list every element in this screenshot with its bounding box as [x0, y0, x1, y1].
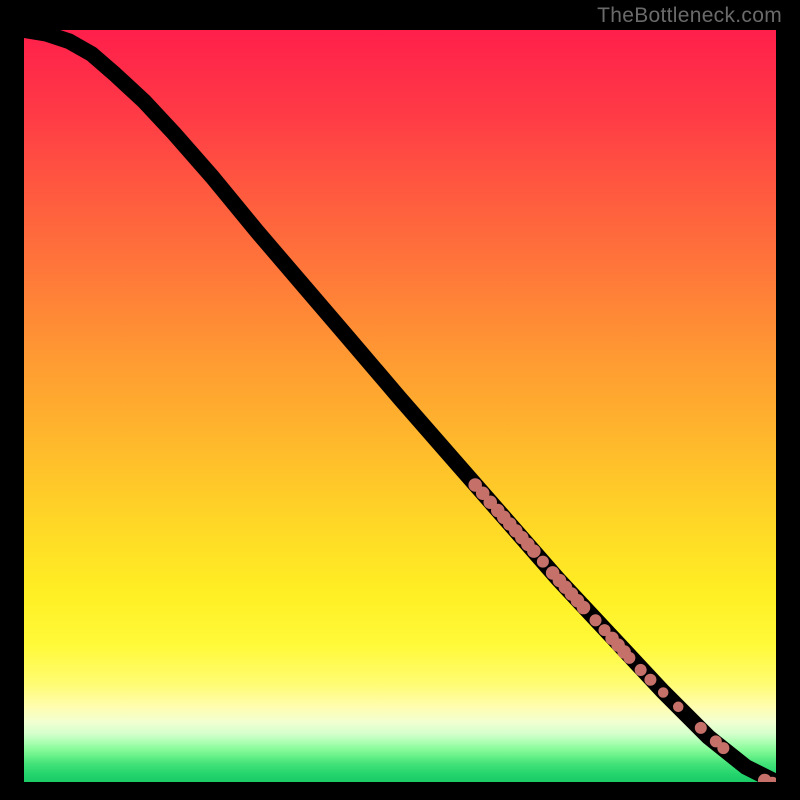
data-marker	[658, 687, 669, 698]
data-marker	[577, 601, 591, 615]
watermark-label: TheBottleneck.com	[597, 4, 782, 28]
data-marker	[717, 742, 729, 754]
data-marker	[537, 556, 549, 568]
marker-group	[468, 478, 776, 782]
data-marker	[590, 614, 602, 626]
data-marker	[623, 652, 635, 664]
main-curve	[24, 30, 776, 782]
plot-area	[24, 30, 776, 782]
data-marker	[644, 674, 656, 686]
chart-svg	[24, 30, 776, 782]
data-marker	[695, 722, 707, 734]
data-marker	[673, 702, 684, 713]
chart-frame: TheBottleneck.com	[0, 0, 800, 800]
data-marker	[635, 664, 647, 676]
data-marker	[527, 544, 541, 558]
